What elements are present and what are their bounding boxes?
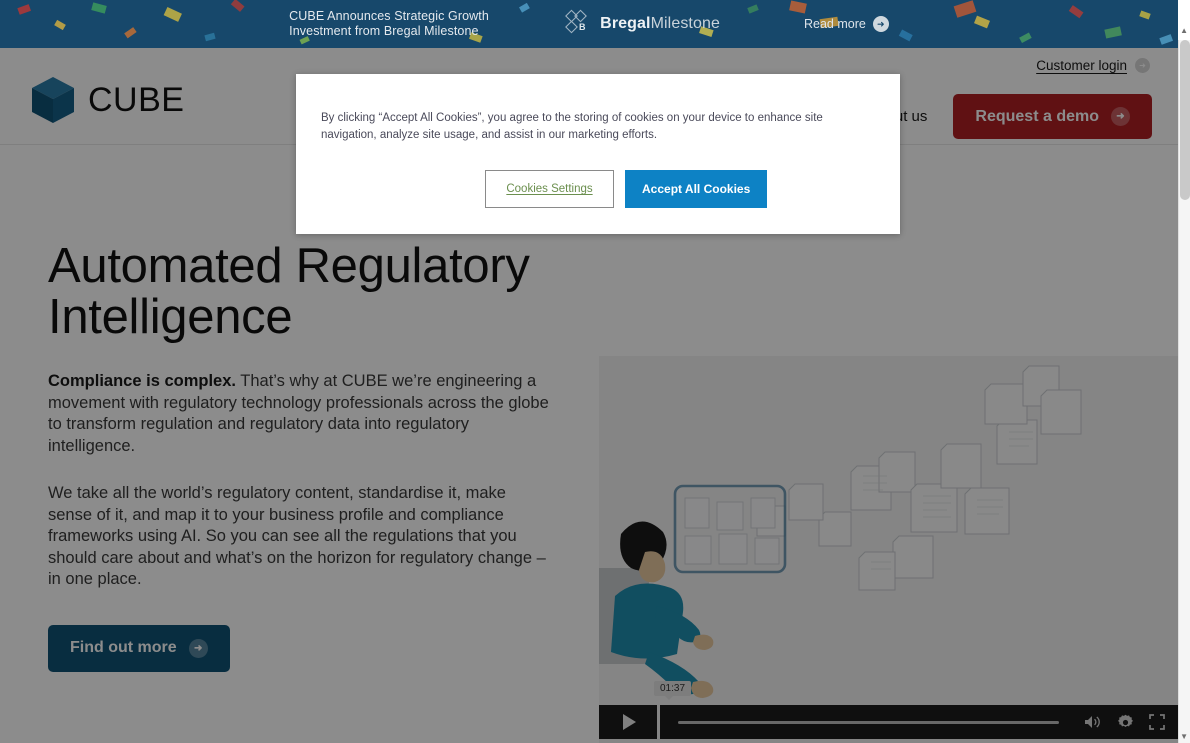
cookie-consent-dialog: By clicking “Accept All Cookies”, you ag… [296, 74, 900, 234]
promo-headline: CUBE Announces Strategic Growth Investme… [289, 9, 489, 38]
promo-read-more-link[interactable]: Read more ➜ [804, 16, 889, 32]
scroll-up-arrow-icon[interactable]: ▲ [1180, 26, 1188, 35]
scroll-down-arrow-icon[interactable]: ▼ [1180, 732, 1188, 741]
cookie-dialog-actions: Cookies Settings Accept All Cookies [321, 170, 875, 208]
bregal-light-part: Milestone [650, 15, 720, 32]
arrow-right-icon: ➜ [872, 16, 889, 32]
cookies-settings-button[interactable]: Cookies Settings [485, 170, 614, 208]
bregal-diamond-icon: B [565, 9, 591, 39]
scrollbar-thumb[interactable] [1180, 40, 1190, 200]
accept-all-cookies-button[interactable]: Accept All Cookies [625, 170, 768, 208]
page-root: CUBE Announces Strategic Growth Investme… [0, 0, 1190, 743]
bregal-wordmark: BregalMilestone [600, 15, 720, 33]
bregal-bold-part: Bregal [600, 15, 651, 32]
promo-banner[interactable]: CUBE Announces Strategic Growth Investme… [0, 0, 1178, 48]
svg-text:B: B [579, 22, 586, 32]
page-scrollbar[interactable] [1178, 40, 1190, 743]
bregal-milestone-logo: B BregalMilestone [565, 9, 720, 39]
read-more-label: Read more [803, 17, 866, 31]
cookie-consent-text: By clicking “Accept All Cookies”, you ag… [321, 112, 823, 141]
